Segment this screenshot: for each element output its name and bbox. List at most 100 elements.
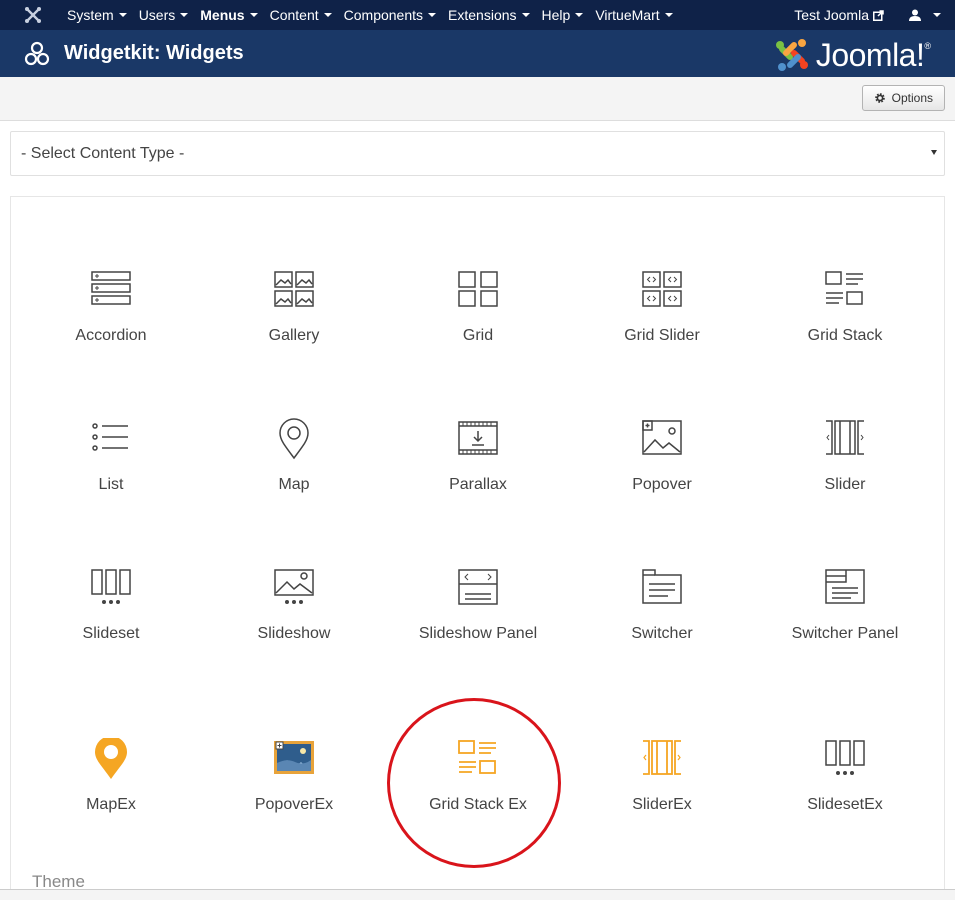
widget-label: Grid Stack	[807, 327, 883, 344]
menu-users[interactable]: Users	[133, 7, 195, 23]
widget-grid-slider[interactable]: Grid Slider	[582, 269, 742, 347]
menu-components[interactable]: Components	[338, 7, 442, 23]
menu-label: Extensions	[448, 7, 517, 23]
widget-label: Grid Stack Ex	[429, 796, 527, 813]
widget-popoverex[interactable]: PopoverEx	[214, 738, 374, 816]
joomla-logo-icon[interactable]	[20, 0, 46, 30]
menu-label: System	[67, 7, 114, 23]
map-marker-icon	[95, 738, 127, 779]
widget-grid[interactable]: Grid	[398, 269, 558, 347]
parallax-icon	[458, 421, 498, 455]
widget-popover[interactable]: Popover	[582, 418, 742, 496]
widget-slidesetex[interactable]: SlidesetEx	[765, 738, 925, 816]
content-type-value: - Select Content Type -	[21, 144, 185, 162]
widgetkit-icon	[24, 41, 50, 65]
widget-label: List	[98, 476, 124, 493]
widget-mapex[interactable]: MapEx	[31, 738, 191, 816]
widget-sliderex[interactable]: SliderEx	[582, 738, 742, 816]
page-title: Widgetkit: Widgets	[64, 42, 244, 64]
widget-switcher-panel[interactable]: Switcher Panel	[765, 567, 925, 645]
widget-label: Slideset	[82, 625, 140, 642]
dropdown-arrow-icon	[931, 150, 937, 155]
list-icon	[92, 423, 128, 451]
widget-label: Popover	[632, 476, 692, 493]
widget-label: MapEx	[86, 796, 136, 813]
user-icon	[909, 9, 921, 21]
menu-content[interactable]: Content	[264, 7, 338, 23]
menu-virtuemart[interactable]: VirtueMart	[589, 7, 678, 23]
joomla-brand-logo: Joomla! ®	[772, 35, 931, 75]
widget-label: Parallax	[449, 476, 507, 493]
widget-label: Gallery	[268, 327, 320, 344]
slideshow-icon	[274, 569, 314, 604]
caret-down-icon	[249, 13, 258, 17]
widget-slideshow[interactable]: Slideshow	[214, 567, 374, 645]
menu-system[interactable]: System	[61, 7, 133, 23]
menu-label: Content	[269, 7, 319, 23]
widget-panel: Accordion Gallery Grid Grid Slider Grid …	[10, 196, 945, 900]
widget-grid-stack-ex[interactable]: Grid Stack Ex	[398, 738, 558, 816]
widget-label: PopoverEx	[254, 796, 334, 813]
joomla-mark-icon	[775, 39, 808, 71]
options-button[interactable]: Options	[861, 85, 945, 111]
widget-switcher[interactable]: Switcher	[582, 567, 742, 645]
grid-icon	[458, 271, 498, 307]
widget-grid-stack[interactable]: Grid Stack	[765, 269, 925, 347]
popover-image-icon	[274, 741, 314, 774]
widget-label: Switcher	[631, 625, 693, 642]
user-menu[interactable]	[909, 9, 941, 21]
page-header: Widgetkit: Widgets Joomla! ®	[0, 30, 955, 77]
widget-map[interactable]: Map	[214, 418, 374, 496]
caret-down-icon	[180, 13, 189, 17]
caret-down-icon	[933, 13, 941, 17]
grid-slider-icon	[642, 271, 682, 307]
widget-slideshow-panel[interactable]: Slideshow Panel	[398, 567, 558, 645]
widget-label: Map	[278, 476, 310, 493]
site-link-label: Test Joomla	[794, 7, 869, 23]
site-link[interactable]: Test Joomla	[794, 7, 884, 23]
top-navbar: System Users Menus Content Components Ex…	[0, 0, 955, 30]
widget-slider[interactable]: Slider	[765, 418, 925, 496]
content-type-select[interactable]: - Select Content Type -	[10, 131, 945, 176]
widget-label: Grid	[462, 327, 494, 344]
menu-label: VirtueMart	[595, 7, 660, 23]
external-link-icon	[873, 9, 884, 21]
menu-extensions[interactable]: Extensions	[442, 7, 535, 23]
switcher-panel-icon	[825, 569, 865, 604]
accordion-icon	[91, 271, 131, 305]
widget-label: Slider	[824, 476, 866, 493]
menu-help[interactable]: Help	[536, 7, 590, 23]
menu-menus[interactable]: Menus	[194, 7, 263, 23]
joomla-wordmark: Joomla!	[815, 36, 925, 73]
status-bar	[0, 889, 955, 900]
widget-gallery[interactable]: Gallery	[214, 269, 374, 347]
slider-icon	[826, 420, 864, 455]
slider-ex-icon	[643, 740, 681, 775]
slideshow-panel-icon	[458, 569, 498, 605]
widget-label: SlidesetEx	[807, 796, 883, 813]
widget-label: Switcher Panel	[791, 625, 899, 642]
widget-label: Slideshow	[257, 625, 331, 642]
widget-label: Grid Slider	[624, 327, 700, 344]
widget-slideset[interactable]: Slideset	[31, 567, 191, 645]
widget-label: SliderEx	[632, 796, 692, 813]
toolbar: Options	[0, 77, 955, 121]
widget-label: Accordion	[75, 327, 147, 344]
menu-label: Users	[138, 7, 176, 23]
gear-icon	[874, 93, 885, 103]
switcher-icon	[642, 569, 682, 604]
widget-list[interactable]: List	[31, 418, 191, 496]
popover-icon	[642, 420, 682, 455]
options-label: Options	[891, 91, 933, 105]
grid-stack-ex-icon	[458, 740, 496, 774]
widget-accordion[interactable]: Accordion	[31, 269, 191, 347]
menu-label: Components	[343, 7, 424, 23]
registered-mark: ®	[924, 41, 931, 51]
slideset-icon	[91, 569, 131, 604]
gallery-icon	[274, 271, 314, 307]
widget-parallax[interactable]: Parallax	[398, 418, 558, 496]
caret-down-icon	[521, 13, 530, 17]
menu-label: Menus	[200, 7, 245, 23]
menu-label: Help	[541, 7, 571, 23]
caret-down-icon	[664, 13, 673, 17]
